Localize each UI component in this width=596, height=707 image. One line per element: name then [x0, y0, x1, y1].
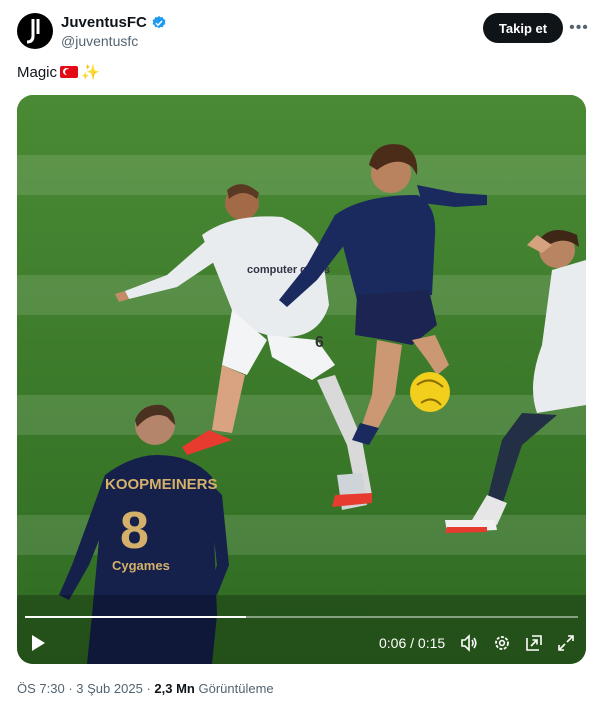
- svg-text:Cygames: Cygames: [112, 558, 170, 573]
- author-name-row[interactable]: JuventusFC: [61, 14, 167, 31]
- tweet-text: Magic ✨: [17, 63, 100, 82]
- svg-text:8: 8: [120, 502, 149, 560]
- volume-icon[interactable]: [460, 634, 478, 652]
- video-time-separator: /: [410, 635, 415, 651]
- follow-button[interactable]: Takip et: [483, 13, 563, 43]
- tweet-meta: ÖS 7:30 · 3 Şub 2025 · 2,3 Mn Görüntülem…: [17, 681, 274, 696]
- meta-separator: ·: [68, 681, 73, 696]
- views-count: 2,3 Mn: [154, 681, 195, 696]
- tweet-header: JuventusFC @juventusfc Takip et •••: [17, 12, 589, 52]
- meta-separator: ·: [146, 681, 151, 696]
- video-current-time: 0:06: [379, 635, 407, 651]
- svg-text:6: 6: [315, 334, 324, 351]
- author-handle[interactable]: @juventusfc: [61, 33, 138, 49]
- video-frame: computer gross 6 KOOPMEINERS 8 Cygames: [17, 95, 586, 664]
- fullscreen-icon[interactable]: [557, 634, 575, 652]
- settings-gear-icon[interactable]: [493, 634, 511, 652]
- tweet-text-content: Magic: [17, 63, 58, 81]
- turkey-flag-icon: [60, 66, 79, 78]
- tweet-date[interactable]: 3 Şub 2025: [76, 681, 143, 696]
- juventus-logo-icon: [26, 19, 40, 44]
- video-controls: 0:06 / 0:15: [17, 628, 586, 658]
- video-duration: 0:15: [417, 635, 446, 651]
- video-progress-fill: [25, 616, 247, 618]
- play-icon[interactable]: [29, 634, 47, 652]
- author-name[interactable]: JuventusFC: [61, 14, 147, 31]
- sparkles-icon: ✨: [81, 64, 100, 81]
- avatar[interactable]: [17, 13, 53, 49]
- tweet-time[interactable]: ÖS 7:30: [17, 681, 65, 696]
- video-player[interactable]: computer gross 6 KOOPMEINERS 8 Cygames 0…: [17, 95, 586, 664]
- football: [410, 372, 450, 412]
- views-label: Görüntüleme: [198, 681, 274, 696]
- video-time: 0:06 / 0:15: [379, 635, 445, 651]
- more-options-icon[interactable]: •••: [569, 18, 589, 38]
- video-progress-bar[interactable]: [25, 616, 578, 618]
- svg-text:KOOPMEINERS: KOOPMEINERS: [105, 476, 218, 493]
- picture-in-picture-icon[interactable]: [525, 634, 543, 652]
- verified-badge-icon: [152, 15, 166, 28]
